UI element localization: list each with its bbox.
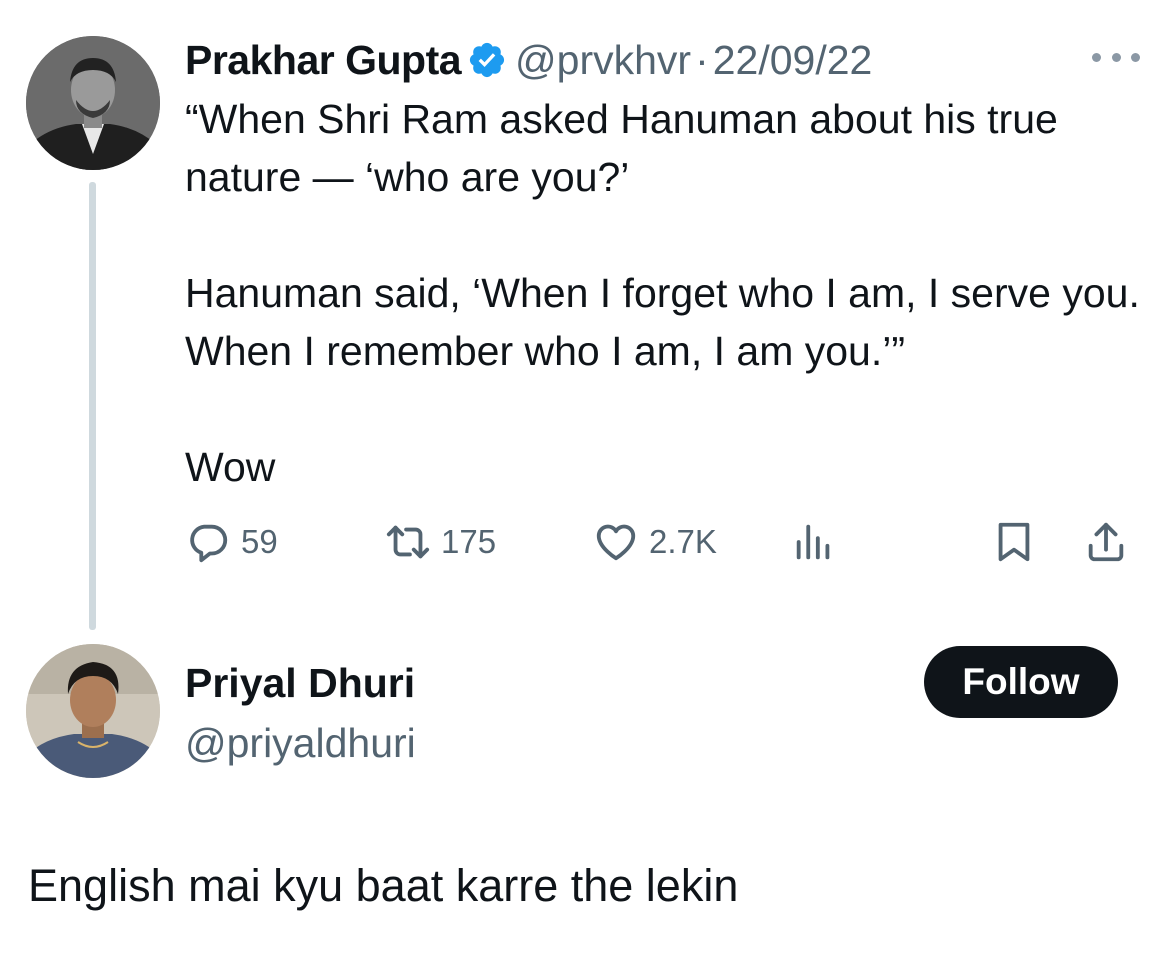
like-button[interactable]: 2.7K bbox=[593, 512, 717, 572]
follow-button[interactable]: Follow bbox=[924, 646, 1118, 718]
author-name[interactable]: Prakhar Gupta bbox=[185, 37, 462, 84]
retweet-icon bbox=[386, 525, 430, 559]
tweet-date[interactable]: 22/09/22 bbox=[713, 37, 873, 84]
heart-icon bbox=[596, 524, 636, 561]
dot bbox=[1131, 52, 1140, 62]
meta-separator: · bbox=[695, 36, 709, 83]
tweet-action-bar: 59 175 2.7K bbox=[185, 512, 1140, 572]
reply-author-avatar-photo bbox=[26, 644, 160, 778]
views-chart-icon bbox=[796, 524, 830, 560]
reply-author-info: Priyal Dhuri @priyaldhuri bbox=[185, 652, 416, 772]
reply-icon bbox=[190, 524, 228, 563]
tweet-text: “When Shri Ram asked Hanuman about his t… bbox=[185, 96, 1140, 490]
author-avatar[interactable] bbox=[26, 36, 160, 170]
reply-author-name[interactable]: Priyal Dhuri bbox=[185, 652, 416, 714]
reply-count: 59 bbox=[241, 523, 278, 560]
views-button[interactable] bbox=[791, 512, 837, 572]
author-handle[interactable]: @prvkhvr bbox=[515, 37, 691, 84]
bookmark-icon bbox=[998, 522, 1030, 562]
more-dots-icon[interactable] bbox=[1092, 42, 1140, 72]
retweet-button[interactable]: 175 bbox=[385, 512, 496, 572]
bookmark-button[interactable] bbox=[991, 512, 1037, 572]
share-icon bbox=[1088, 522, 1124, 562]
reply-author-handle[interactable]: @priyaldhuri bbox=[185, 714, 416, 772]
author-avatar-photo bbox=[26, 36, 160, 170]
tweet-header: Prakhar Gupta @prvkhvr · 22/09/22 bbox=[185, 30, 872, 90]
thread-connector-line bbox=[89, 182, 96, 630]
like-count: 2.7K bbox=[649, 523, 717, 560]
reply-author-avatar[interactable] bbox=[26, 644, 160, 778]
verified-badge-icon bbox=[469, 42, 505, 78]
share-button[interactable] bbox=[1083, 512, 1129, 572]
reply-button[interactable]: 59 bbox=[185, 512, 278, 572]
reply-text: English mai kyu baat karre the lekin bbox=[28, 860, 739, 911]
dot bbox=[1092, 52, 1101, 62]
retweet-count: 175 bbox=[441, 523, 497, 560]
dot bbox=[1111, 52, 1121, 62]
